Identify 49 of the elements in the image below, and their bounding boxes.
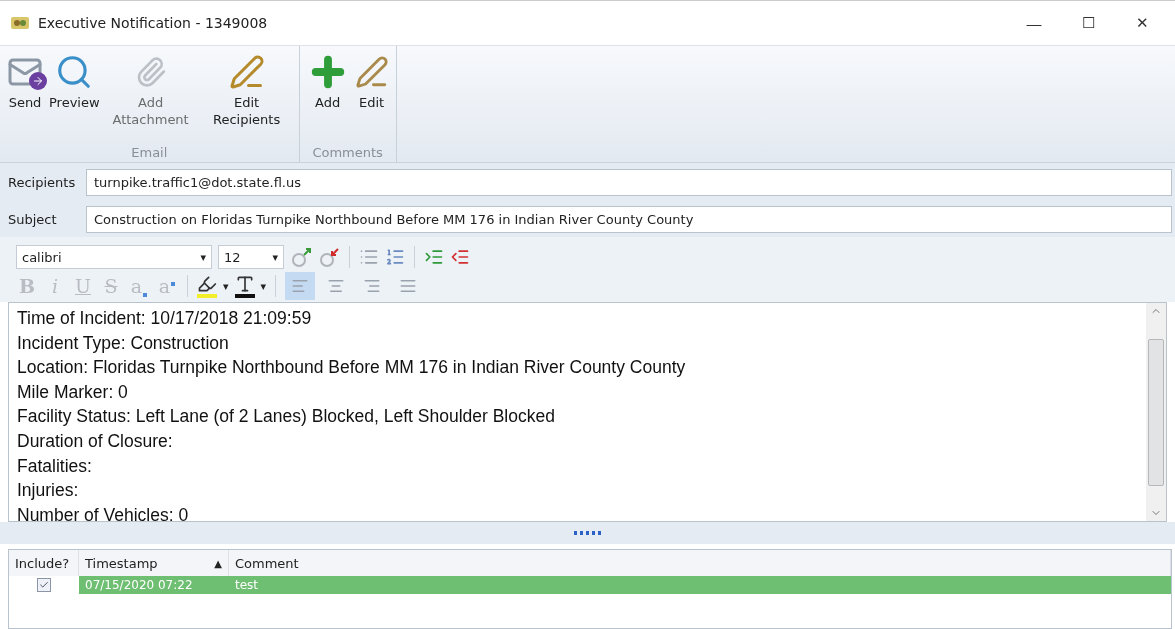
table-cell-text: 07/15/2020 07:22: [84, 577, 194, 594]
close-button[interactable]: ✕: [1119, 8, 1165, 38]
align-icon: [327, 277, 346, 295]
minimize-button[interactable]: —: [1011, 8, 1057, 38]
align-icon: [363, 277, 382, 295]
text-line: Number of Vehicles: 0: [17, 503, 190, 521]
align-icon: [291, 277, 310, 295]
text-line: Time of Incident: 10/17/2018 21:09:59: [17, 307, 313, 330]
text-line: Incident Type: Construction: [17, 331, 230, 355]
numbered-list-icon[interactable]: [385, 247, 405, 267]
align-icon: [399, 277, 418, 295]
check-icon: [39, 580, 49, 590]
text-line: Facility Status: Left Lane (of 2 Lanes) Blocked, Left Shoulder Blocked: [17, 405, 556, 429]
text-line: Fatalities:: [17, 454, 93, 478]
font-color-icon[interactable]: [234, 274, 255, 298]
text-line: Duration of Closure:: [17, 429, 174, 453]
caret-icon[interactable]: ▾: [223, 279, 229, 293]
bullet-list-icon[interactable]: [359, 247, 379, 267]
scrollbar-thumb[interactable]: [1148, 338, 1164, 486]
caret-icon[interactable]: ▾: [260, 279, 267, 293]
grow-font-icon: [290, 246, 312, 268]
text-line: Injuries:: [17, 479, 80, 503]
ribbon-button[interactable]: Add: [303, 50, 352, 145]
text-line: Location: Floridas Turnpike Northbound Before MM 176 in Indian River County County: [17, 356, 687, 380]
ribbon-button[interactable]: Edit: [351, 50, 392, 145]
ribbon-button[interactable]: Edit Recipients: [198, 50, 295, 145]
field-label: Subject: [8, 212, 58, 227]
align-button[interactable]: [285, 272, 316, 300]
window-title: Executive Notification - 1349008: [38, 15, 269, 31]
maximize-button[interactable]: ☐: [1065, 8, 1111, 38]
group-label: Email: [130, 145, 169, 160]
ribbon-button[interactable]: Preview: [46, 50, 103, 145]
note-pencil-icon: [354, 55, 389, 89]
field-label: Recipients: [8, 175, 77, 190]
indent-icon[interactable]: [424, 247, 444, 267]
font-dropdown[interactable]: calibri ▾: [16, 245, 212, 269]
table-cell-text: test: [234, 577, 260, 594]
splitter-grip[interactable]: [573, 531, 602, 535]
shrink-font-icon: [318, 246, 340, 268]
text-line: Mile Marker: 0: [17, 380, 129, 404]
app-icon: [10, 15, 30, 31]
group-label: Comments: [311, 145, 384, 160]
checkbox[interactable]: [37, 578, 51, 592]
size-dropdown[interactable]: 12 ▾: [218, 245, 284, 269]
highlight-icon[interactable]: [197, 274, 217, 298]
ribbon-button[interactable]: Send: [4, 50, 46, 145]
input-field[interactable]: Construction on Floridas Turnpike Northbound Before MM 176 in Indian River County County: [86, 206, 1172, 233]
outdent-icon[interactable]: [450, 247, 470, 267]
input-field[interactable]: turnpike.traffic1@dot.state.fl.us: [86, 169, 1172, 196]
